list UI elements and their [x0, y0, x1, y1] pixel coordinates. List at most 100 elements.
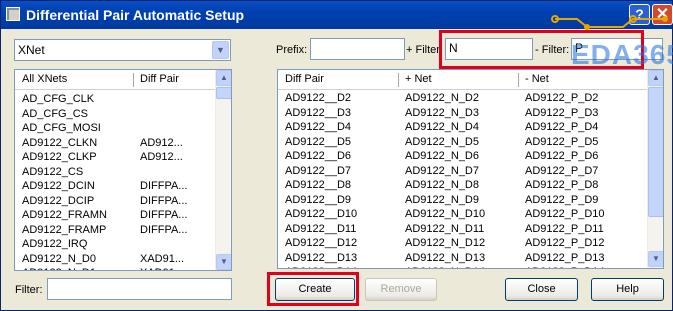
- diff-pair-name: AD9122__D14: [285, 266, 357, 268]
- xnet-diff-pair: XAD91...: [140, 252, 185, 265]
- scroll-down-icon[interactable]: ▼: [648, 251, 663, 267]
- prefix-label: Prefix:: [276, 44, 308, 56]
- header-divider[interactable]: [133, 73, 134, 87]
- xnet-row[interactable]: AD_CFG_MOSI: [15, 122, 215, 135]
- plus-net: AD9122_N_D2: [405, 92, 479, 104]
- xnet-row[interactable]: AD9122_N_D0 XAD91...: [15, 253, 215, 266]
- diff-pair-row[interactable]: AD9122__D10 AD9122_N_D10 AD9122_P_D10: [278, 208, 647, 221]
- diff-pair-name: AD9122__D7: [285, 164, 352, 177]
- diff-pair-row[interactable]: AD9122__D11 AD9122_N_D11 AD9122_P_D11: [278, 223, 647, 236]
- plus-net: AD9122_N_D12: [405, 237, 486, 249]
- xnet-list[interactable]: All XNets Diff Pair AD_CFG_CLK AD_CFG_CS A…: [14, 69, 232, 271]
- minus-net: AD9122_P_D4: [525, 121, 599, 133]
- xnet-row[interactable]: AD9122_CS: [15, 166, 215, 179]
- plus-net: AD9122_N_D9: [405, 193, 479, 206]
- xnet-name: AD9122_CS: [22, 165, 84, 178]
- xnet-diff-pair: AD912...: [140, 136, 183, 149]
- diff-pair-row[interactable]: AD9122__D3 AD9122_N_D3 AD9122_P_D3: [278, 107, 647, 120]
- xnet-list-scrollbar[interactable]: ▲ ▼: [215, 70, 231, 270]
- plus-net: AD9122_N_D7: [405, 164, 479, 177]
- prefix-input[interactable]: [310, 38, 405, 60]
- diff-pair-list-header: Diff Pair + Net - Net: [278, 70, 647, 90]
- diff-pair-name: AD9122__D10: [285, 208, 358, 220]
- diff-pair-name: AD9122__D11: [285, 222, 357, 235]
- minus-net: AD9122_P_D14: [525, 266, 605, 268]
- minus-net: AD9122_P_D8: [525, 179, 599, 191]
- window-title: Differential Pair Automatic Setup: [26, 7, 245, 23]
- header-diff-pair-name[interactable]: Diff Pair: [285, 73, 324, 85]
- left-filter-label: Filter:: [15, 284, 43, 296]
- header-divider[interactable]: [398, 73, 399, 87]
- xnet-row[interactable]: AD9122_CLKP AD912...: [15, 151, 215, 164]
- xnet-row[interactable]: AD9122_FRAMN DIFFPA...: [15, 209, 215, 222]
- xnet-name: AD9122_N_D0: [22, 252, 96, 265]
- xnet-diff-pair: DIFFPA...: [140, 223, 188, 236]
- diff-pair-name: AD9122__D5: [285, 135, 352, 148]
- xnet-name: AD9122_N_D1: [22, 267, 96, 270]
- header-divider[interactable]: [518, 73, 519, 87]
- xnet-row[interactable]: AD_CFG_CS: [15, 108, 215, 121]
- diff-pair-row[interactable]: AD9122__D12 AD9122_N_D12 AD9122_P_D12: [278, 237, 647, 250]
- xnet-diff-pair: AD912...: [140, 151, 183, 163]
- header-diff-pair[interactable]: Diff Pair: [140, 73, 179, 85]
- watermark-text: EDA365: [571, 39, 673, 70]
- plus-net: AD9122_N_D5: [405, 135, 479, 148]
- xnet-row[interactable]: AD9122_CLKN AD912...: [15, 137, 215, 150]
- diff-pair-row[interactable]: AD9122__D2 AD9122_N_D2 AD9122_P_D2: [278, 92, 647, 105]
- net-type-value: XNet: [18, 43, 45, 57]
- diff-pair-name: AD9122__D9: [285, 193, 352, 206]
- header-all-xnets[interactable]: All XNets: [22, 73, 67, 85]
- scroll-thumb[interactable]: [216, 87, 231, 99]
- xnet-name: AD9122_DCIP: [22, 194, 95, 207]
- minus-net: AD9122_P_D5: [525, 135, 599, 148]
- xnet-name: AD9122_IRQ: [22, 238, 88, 250]
- xnet-row[interactable]: AD9122_DCIP DIFFPA...: [15, 195, 215, 208]
- header-minus-net[interactable]: - Net: [525, 73, 549, 85]
- watermark-logo: EDA365: [549, 9, 673, 71]
- diff-pair-name: AD9122__D4: [285, 121, 352, 133]
- scroll-up-icon[interactable]: ▲: [216, 70, 231, 86]
- chevron-down-icon[interactable]: ▼: [212, 41, 229, 59]
- plus-net: AD9122_N_D4: [405, 121, 479, 133]
- xnet-name: AD9122_DCIN: [22, 180, 95, 192]
- minus-net: AD9122_P_D6: [525, 150, 599, 162]
- xnet-row[interactable]: AD9122_DCIN DIFFPA...: [15, 180, 215, 193]
- plus-net: AD9122_N_D8: [405, 179, 479, 191]
- diff-pair-row[interactable]: AD9122__D9 AD9122_N_D9 AD9122_P_D9: [278, 194, 647, 207]
- diff-pair-row[interactable]: AD9122__D14 AD9122_N_D14 AD9122_P_D14: [278, 266, 647, 268]
- diff-pair-row[interactable]: AD9122__D5 AD9122_N_D5 AD9122_P_D5: [278, 136, 647, 149]
- help-button[interactable]: Help: [591, 278, 664, 301]
- plus-net: AD9122_N_D3: [405, 106, 479, 119]
- xnet-row[interactable]: AD9122_N_D1 XAD91...: [15, 267, 215, 270]
- diff-pair-row[interactable]: AD9122__D6 AD9122_N_D6 AD9122_P_D6: [278, 150, 647, 163]
- minus-net: AD9122_P_D3: [525, 106, 599, 119]
- plus-net: AD9122_N_D13: [405, 251, 486, 264]
- xnet-name: AD_CFG_CS: [22, 107, 89, 120]
- xnet-row[interactable]: AD9122_IRQ: [15, 238, 215, 251]
- net-type-combo[interactable]: XNet ▼: [14, 39, 231, 61]
- left-filter-input[interactable]: [47, 278, 232, 300]
- minus-net: AD9122_P_D2: [525, 92, 599, 104]
- scroll-down-icon[interactable]: ▼: [216, 254, 231, 270]
- minus-net: AD9122_P_D11: [525, 222, 604, 235]
- diff-pair-list[interactable]: Diff Pair + Net - Net AD9122__D2 AD9122_N…: [277, 69, 664, 269]
- diff-pair-row[interactable]: AD9122__D13 AD9122_N_D13 AD9122_P_D13: [278, 252, 647, 265]
- xnet-row[interactable]: AD_CFG_CLK: [15, 93, 215, 106]
- diff-pair-name: AD9122__D8: [285, 179, 352, 191]
- minus-net: AD9122_P_D12: [525, 237, 605, 249]
- minus-net: AD9122_P_D7: [525, 164, 599, 177]
- diff-pair-row[interactable]: AD9122__D4 AD9122_N_D4 AD9122_P_D4: [278, 121, 647, 134]
- diff-pair-row[interactable]: AD9122__D7 AD9122_N_D7 AD9122_P_D7: [278, 165, 647, 178]
- scroll-up-icon[interactable]: ▲: [648, 70, 663, 86]
- diff-pair-row[interactable]: AD9122__D8 AD9122_N_D8 AD9122_P_D8: [278, 179, 647, 192]
- xnet-row[interactable]: AD9122_FRAMP DIFFPA...: [15, 224, 215, 237]
- diff-pair-list-scrollbar[interactable]: ▲ ▼: [647, 70, 663, 268]
- remove-button[interactable]: Remove: [365, 278, 437, 301]
- scroll-thumb[interactable]: [648, 87, 663, 217]
- diff-pair-name: AD9122__D12: [285, 237, 358, 249]
- close-button[interactable]: Close: [505, 278, 578, 301]
- header-plus-net[interactable]: + Net: [405, 73, 432, 85]
- xnet-diff-pair: DIFFPA...: [140, 180, 188, 192]
- plus-filter-label: + Filter:: [406, 44, 443, 56]
- plus-net: AD9122_N_D11: [405, 222, 485, 235]
